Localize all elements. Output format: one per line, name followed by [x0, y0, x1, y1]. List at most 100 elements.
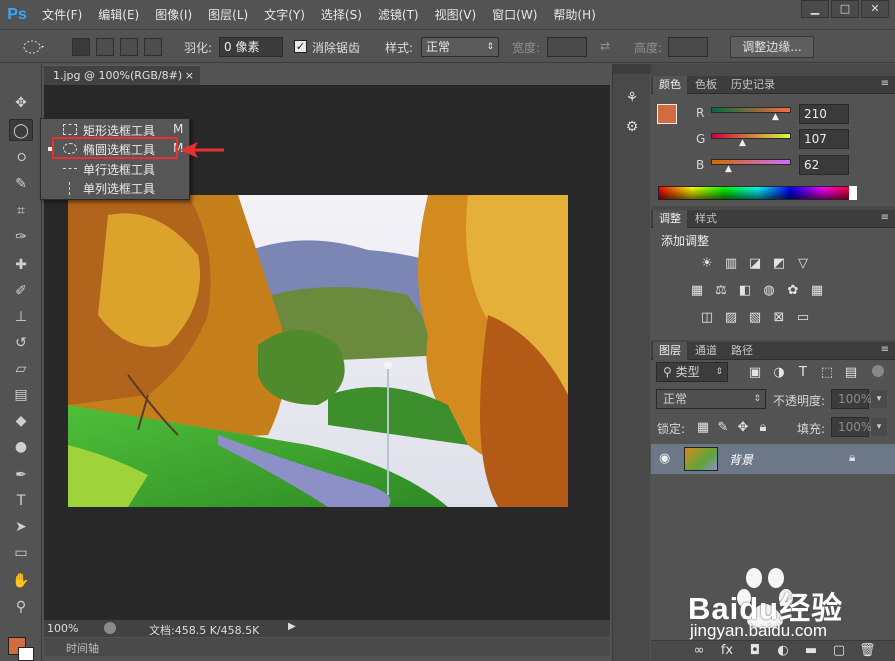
lock-image-icon[interactable]: ✎	[715, 421, 731, 435]
intersect-selection-icon[interactable]	[144, 38, 162, 56]
flyout-item-single-row[interactable]: 单行选框工具	[41, 159, 191, 178]
color-spectrum-bar[interactable]	[658, 186, 857, 200]
foreground-color-swatch-panel[interactable]	[657, 104, 677, 124]
color-lookup-icon[interactable]: ▦	[809, 284, 825, 298]
curves-icon[interactable]: ◪	[747, 257, 763, 271]
link-layers-icon[interactable]: ∞	[691, 644, 707, 658]
tab-history[interactable]: 历史记录	[725, 76, 781, 94]
r-slider-thumb[interactable]: ▲	[772, 112, 779, 122]
ellipse-marquee-tool-icon[interactable]: ◯	[9, 119, 33, 141]
tab-channels[interactable]: 通道	[689, 342, 723, 360]
menu-window[interactable]: 窗口(W)	[484, 0, 545, 30]
layer-row-background[interactable]: ◉ 背景 🔒︎	[651, 444, 895, 474]
tab-styles[interactable]: 样式	[689, 210, 723, 228]
panel-menu-icon[interactable]: ≡	[881, 212, 889, 223]
exposure-icon[interactable]: ◩	[771, 257, 787, 271]
b-slider[interactable]	[711, 159, 791, 165]
new-adjustment-icon[interactable]: ◐	[775, 644, 791, 658]
type-tool-icon[interactable]: T	[9, 490, 33, 512]
fx-icon[interactable]: fx	[719, 644, 735, 658]
add-selection-icon[interactable]	[96, 38, 114, 56]
subtract-selection-icon[interactable]	[120, 38, 138, 56]
menu-edit[interactable]: 编辑(E)	[90, 0, 147, 30]
tab-adjustments[interactable]: 调整	[653, 210, 687, 228]
brush-preset-icon[interactable]: ⚘	[623, 90, 641, 108]
invert-icon[interactable]: ◫	[699, 311, 715, 325]
r-slider[interactable]	[711, 107, 791, 113]
smart-object-filter-icon[interactable]: ▤	[843, 366, 859, 380]
lock-all-icon[interactable]: 🔒︎	[755, 421, 771, 435]
shape-filter-icon[interactable]: ⬚	[819, 366, 835, 380]
layer-name[interactable]: 背景	[729, 451, 753, 468]
new-selection-icon[interactable]	[72, 38, 90, 56]
document-tab[interactable]: 1.jpg @ 100%(RGB/8#) ×	[44, 65, 200, 85]
eyedropper-tool-icon[interactable]: ✑	[9, 226, 33, 248]
new-layer-icon[interactable]: ▢	[831, 644, 847, 658]
tab-color[interactable]: 颜色	[653, 76, 687, 94]
menu-file[interactable]: 文件(F)	[34, 0, 90, 30]
zoom-tool-icon[interactable]: ⚲	[9, 596, 33, 618]
path-selection-tool-icon[interactable]: ➤	[9, 516, 33, 538]
antialias-checkbox[interactable]: ✓	[294, 40, 307, 53]
blur-tool-icon[interactable]: ◆	[9, 410, 33, 432]
gradient-map-icon[interactable]: ▭	[795, 311, 811, 325]
fill-input[interactable]: 100%	[831, 417, 872, 437]
add-mask-icon[interactable]: ◘	[747, 644, 763, 658]
gradient-tool-icon[interactable]: ▤	[9, 384, 33, 406]
black-white-icon[interactable]: ◧	[737, 284, 753, 298]
menu-help[interactable]: 帮助(H)	[545, 0, 603, 30]
menu-view[interactable]: 视图(V)	[427, 0, 485, 30]
color-balance-icon[interactable]: ⚖	[713, 284, 729, 298]
move-tool-icon[interactable]: ✥	[9, 92, 33, 114]
filter-toggle-icon[interactable]	[872, 365, 884, 377]
opacity-input[interactable]: 100%	[831, 389, 872, 409]
flyout-item-single-column[interactable]: 单列选框工具	[41, 178, 191, 197]
menu-filter[interactable]: 滤镜(T)	[370, 0, 427, 30]
tab-layers[interactable]: 图层	[653, 342, 687, 360]
background-color-swatch[interactable]	[18, 647, 34, 661]
delete-layer-icon[interactable]: 🗑︎	[859, 644, 876, 658]
photo-filter-icon[interactable]: ◍	[761, 284, 777, 298]
share-icon[interactable]	[104, 622, 116, 634]
close-tab-icon[interactable]: ×	[185, 66, 194, 85]
play-arrow-icon[interactable]: ▶	[288, 621, 296, 632]
hand-tool-icon[interactable]: ✋	[9, 570, 33, 592]
history-brush-tool-icon[interactable]: ↺	[9, 332, 33, 354]
rectangle-tool-icon[interactable]: ▭	[9, 542, 33, 564]
adjustment-filter-icon[interactable]: ◑	[771, 366, 787, 380]
g-slider[interactable]	[711, 133, 791, 139]
close-button[interactable]: ✕	[861, 0, 889, 18]
panel-menu-icon[interactable]: ≡	[881, 344, 889, 355]
layer-filter-select[interactable]: ⚲ 类型 ⇕	[656, 362, 728, 382]
timeline-bar[interactable]: 时间轴	[44, 638, 610, 656]
height-input[interactable]	[668, 37, 708, 57]
width-input[interactable]	[547, 37, 587, 57]
menu-layer[interactable]: 图层(L)	[200, 0, 256, 30]
selective-color-icon[interactable]: ⊠	[771, 311, 787, 325]
panel-menu-icon[interactable]: ≡	[881, 78, 889, 89]
threshold-icon[interactable]: ▧	[747, 311, 763, 325]
b-slider-thumb[interactable]: ▲	[725, 164, 732, 174]
opacity-dropdown-icon[interactable]: ▾	[871, 390, 887, 408]
channel-mixer-icon[interactable]: ✿	[785, 284, 801, 298]
pen-tool-icon[interactable]: ✒	[9, 464, 33, 486]
blend-mode-select[interactable]: 正常 ⇕	[656, 389, 766, 409]
ellipse-marquee-preset-icon[interactable]	[22, 38, 46, 56]
brightness-icon[interactable]: ☀	[699, 257, 715, 271]
pixel-filter-icon[interactable]: ▣	[747, 366, 763, 380]
vibrance-icon[interactable]: ▽	[795, 257, 811, 271]
lasso-tool-icon[interactable]: ഠ	[9, 146, 33, 168]
new-group-icon[interactable]: ▬	[803, 644, 819, 658]
quick-selection-tool-icon[interactable]: ✎	[9, 173, 33, 195]
refine-edge-button[interactable]: 调整边缘...	[730, 36, 814, 58]
r-value-input[interactable]: 210	[799, 104, 849, 124]
posterize-icon[interactable]: ▨	[723, 311, 739, 325]
healing-brush-tool-icon[interactable]: ✚	[9, 254, 33, 276]
g-slider-thumb[interactable]: ▲	[739, 138, 746, 148]
tab-paths[interactable]: 路径	[725, 342, 759, 360]
tab-swatches[interactable]: 色板	[689, 76, 723, 94]
style-select[interactable]: 正常 ⇕	[421, 37, 499, 57]
menu-image[interactable]: 图像(I)	[147, 0, 200, 30]
tool-preset-icon[interactable]: ⚙	[623, 119, 641, 137]
b-value-input[interactable]: 62	[799, 155, 849, 175]
